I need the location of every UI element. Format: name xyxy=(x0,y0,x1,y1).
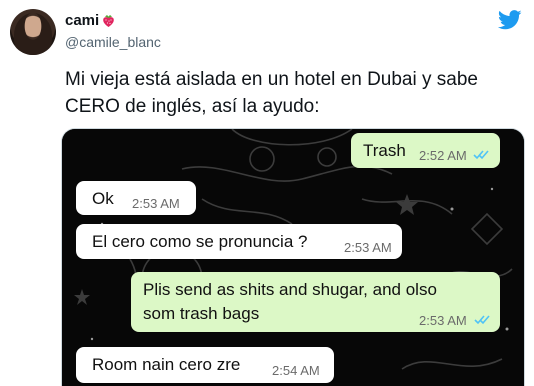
message-text: El cero como se pronuncia ? xyxy=(92,232,308,251)
twitter-bird-icon[interactable] xyxy=(498,10,522,30)
avatar[interactable] xyxy=(10,9,56,55)
message-bubble-incoming[interactable]: Ok 2:53 AM xyxy=(76,181,196,215)
message-bubble-outgoing[interactable]: Plis send as shits and shugar, and olso … xyxy=(131,272,500,332)
message-text-line-1: Plis send as shits and shugar, and olso xyxy=(143,280,437,299)
tweet-text-line-2: CERO de inglés, así la ayudo: xyxy=(65,96,320,117)
message-time: 2:53 AM xyxy=(344,240,392,255)
message-text: Ok xyxy=(92,189,114,208)
message-time: 2:53 AM xyxy=(419,313,467,328)
display-name[interactable]: cami xyxy=(65,12,115,29)
avatar-hair xyxy=(14,13,52,55)
message-time: 2:52 AM xyxy=(419,148,467,163)
message-text: Room nain cero zre xyxy=(92,355,241,374)
message-bubble-outgoing[interactable]: Trash 2:52 AM xyxy=(351,133,500,168)
tweet-media-image[interactable]: Trash 2:52 AM Ok 2:53 AM El cero como se… xyxy=(61,128,525,386)
username[interactable]: @camile_blanc xyxy=(65,34,161,50)
message-text-line-2: som trash bags xyxy=(143,304,260,323)
display-name-text[interactable]: cami xyxy=(65,12,99,29)
strawberry-icon xyxy=(102,14,115,28)
tweet-header: cami @camile_blanc xyxy=(0,0,534,66)
message-bubble-incoming[interactable]: El cero como se pronuncia ? 2:53 AM xyxy=(76,224,402,259)
message-time: 2:54 AM xyxy=(272,363,320,378)
message-time: 2:53 AM xyxy=(132,196,180,211)
message-text: Trash xyxy=(363,141,406,160)
tweet-text-line-1: Mi vieja está aislada en un hotel en Dub… xyxy=(65,69,478,90)
read-receipt-icon xyxy=(473,150,489,160)
tweet-text: Mi vieja está aislada en un hotel en Dub… xyxy=(65,66,525,120)
message-bubble-incoming[interactable]: Room nain cero zre 2:54 AM xyxy=(76,347,334,383)
read-receipt-icon xyxy=(474,315,490,325)
